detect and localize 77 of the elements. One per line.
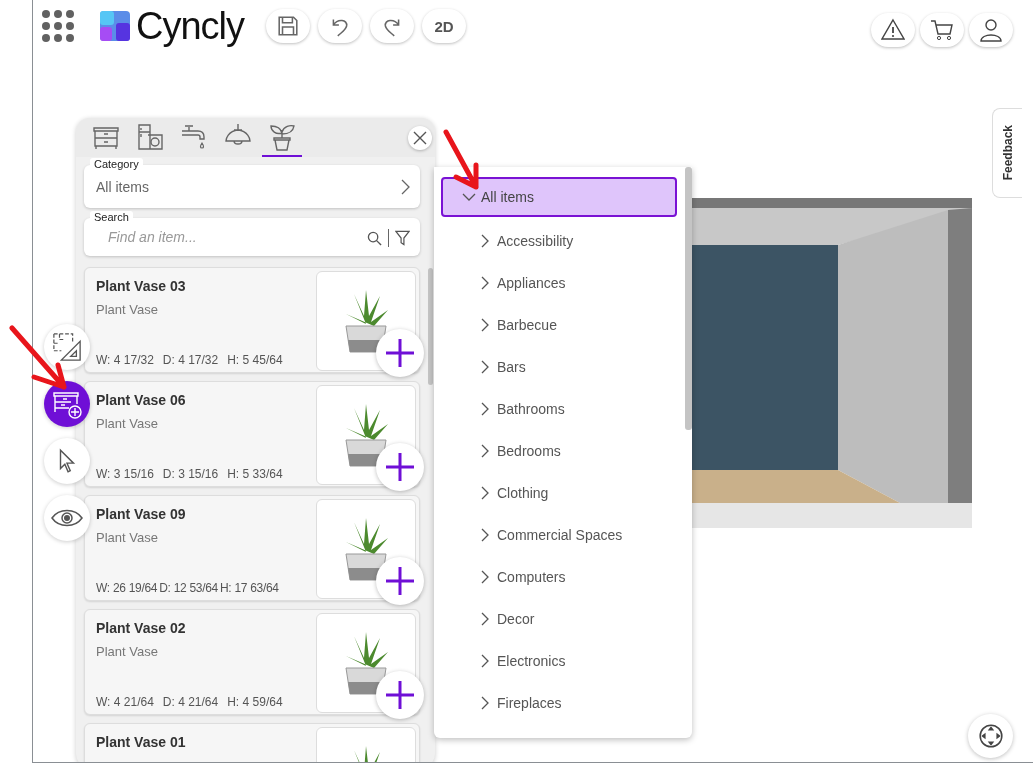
warning-button[interactable]	[871, 13, 915, 47]
view-toggle-button[interactable]: 2D	[422, 9, 467, 43]
category-item[interactable]: Fireplaces	[457, 682, 677, 724]
category-item[interactable]: All items	[441, 177, 677, 217]
category-item[interactable]: Barbecue	[457, 304, 677, 346]
warning-icon	[881, 18, 905, 42]
close-icon	[413, 131, 427, 145]
feedback-tab[interactable]: Feedback	[992, 108, 1022, 198]
search-icon[interactable]	[367, 230, 382, 246]
product-dimension: H: 17 63/64	[219, 581, 279, 595]
redo-button[interactable]	[370, 9, 415, 43]
category-item[interactable]: Bathrooms	[457, 388, 677, 430]
category-item[interactable]: Bars	[457, 346, 677, 388]
floorplan-icon	[52, 332, 82, 362]
product-dimension: D: 4 21/64	[162, 695, 219, 709]
navigation-button[interactable]	[968, 714, 1013, 758]
product-dimension: W: 4 21/64	[96, 695, 154, 709]
filter-icon[interactable]	[395, 230, 410, 246]
product-dimension: W: 3 15/16	[96, 467, 154, 481]
product-dimension: D: 3 15/16	[162, 467, 219, 481]
plus-icon	[385, 452, 415, 482]
product-type: Plant Vase	[96, 530, 159, 545]
product-type: Plant Vase	[96, 644, 159, 659]
product-name: Plant Vase 09	[96, 506, 187, 522]
product-name: Plant Vase 03	[96, 278, 187, 294]
category-value: All items	[96, 178, 150, 195]
scrollbar-thumb[interactable]	[685, 167, 692, 430]
annotation-arrow	[442, 129, 482, 193]
logo-icon	[100, 11, 130, 41]
plus-icon	[385, 338, 415, 368]
category-item[interactable]: Appliances	[457, 262, 677, 304]
add-button[interactable]	[376, 329, 424, 377]
user-icon	[979, 18, 1003, 42]
user-button[interactable]	[969, 13, 1013, 47]
eye-icon	[51, 508, 83, 528]
product-dimension: W: 26 19/64	[96, 581, 158, 595]
product-dimension: H: 5 45/64	[227, 353, 283, 367]
add-button[interactable]	[376, 443, 424, 491]
product-name: Plant Vase 06	[96, 392, 187, 408]
field-label: Category	[90, 158, 143, 170]
plant-icon	[268, 122, 296, 151]
category-item[interactable]: Computers	[457, 556, 677, 598]
product-name: Plant Vase 01	[96, 734, 187, 750]
scrollbar-thumb[interactable]	[428, 268, 433, 385]
add-button[interactable]	[376, 557, 424, 605]
undo-button[interactable]	[318, 9, 363, 43]
product-dimension: D: 4 17/32	[162, 353, 219, 367]
pointer-tool-button[interactable]	[44, 438, 90, 484]
product-dimension: H: 5 33/64	[227, 467, 283, 481]
eye-tool-button[interactable]	[44, 495, 90, 541]
appliance-icon	[136, 122, 164, 151]
cart-button[interactable]	[920, 13, 964, 47]
product-card[interactable]: Plant Vase 01	[84, 723, 420, 762]
category-item[interactable]: Clothing	[457, 472, 677, 514]
move-arrows-icon	[977, 723, 1004, 749]
product-type: Plant Vase	[96, 416, 159, 431]
field-label: Search	[90, 211, 133, 223]
chevron-right-icon	[400, 178, 410, 195]
category-item[interactable]: Accessibility	[457, 220, 677, 262]
logo-text: Cyncly	[136, 4, 245, 48]
category-item[interactable]: Electronics	[457, 640, 677, 682]
plus-icon	[385, 680, 415, 710]
product-dimension: W: 4 17/32	[96, 353, 154, 367]
apps-grid-icon[interactable]	[40, 8, 76, 44]
product-dimension: H: 4 59/64	[227, 695, 283, 709]
product-dimension: D: 12 53/64	[159, 581, 218, 595]
product-type: Plant Vase	[96, 302, 159, 317]
cart-icon	[930, 18, 954, 42]
category-item[interactable]: Bedrooms	[457, 430, 677, 472]
product-name: Plant Vase 02	[96, 620, 187, 636]
category-item[interactable]: Decor	[457, 598, 677, 640]
annotation-arrow	[8, 325, 70, 393]
add-button[interactable]	[376, 671, 424, 719]
save-button[interactable]	[266, 9, 311, 43]
category-item[interactable]: Commercial Spaces	[457, 514, 677, 556]
plus-icon	[385, 566, 415, 596]
faucet-icon	[180, 122, 208, 151]
